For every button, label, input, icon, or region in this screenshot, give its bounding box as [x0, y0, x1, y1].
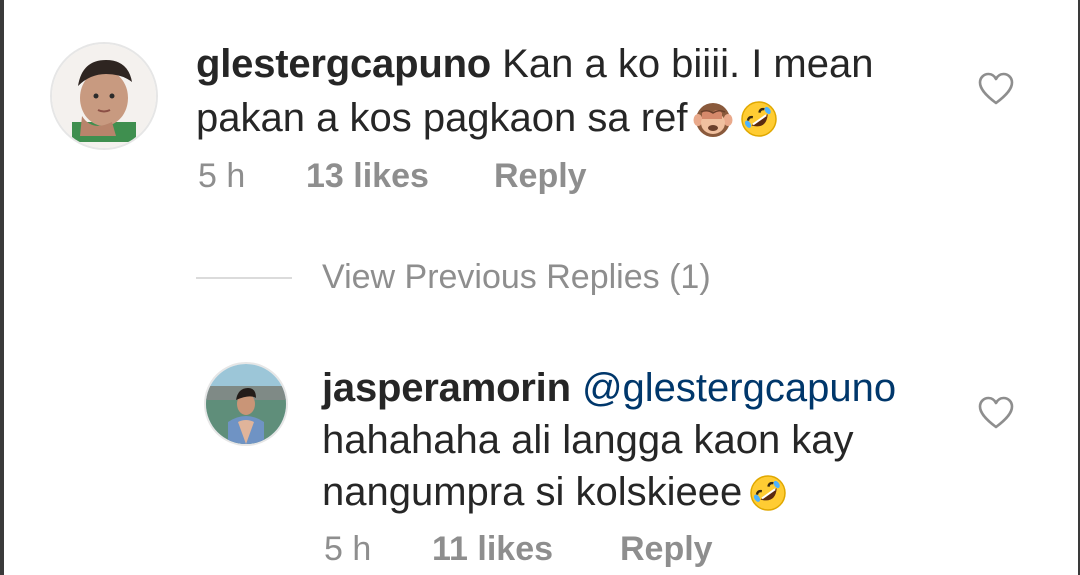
reply-time: 5 h	[324, 530, 372, 568]
avatar-photo	[206, 364, 286, 444]
divider-line	[196, 277, 292, 279]
reply-button[interactable]: Reply	[620, 530, 713, 569]
reply-button[interactable]: Reply	[494, 157, 587, 196]
heart-icon	[978, 72, 1014, 105]
avatar[interactable]	[206, 364, 286, 444]
reply-text-line2-wrap: hahahaha ali langga kaon kay	[322, 414, 854, 466]
avatar-photo	[52, 44, 156, 148]
reply-meta: 5 h 11 likes Reply	[0, 530, 800, 572]
comment-username[interactable]: glestergcapuno	[196, 42, 491, 86]
reply-text-line3-wrap: nangumpra si kolskieee	[322, 466, 788, 518]
like-reply-button[interactable]	[978, 396, 1014, 430]
reply-text-line2: hahahaha ali langga kaon kay	[322, 418, 854, 462]
view-previous-replies-label[interactable]: View Previous Replies (1)	[322, 258, 711, 297]
comment-text-line1: Kan a ko biiii. I mean	[502, 42, 874, 86]
comment-likes[interactable]: 13 likes	[306, 157, 429, 196]
avatar[interactable]	[52, 44, 156, 148]
comment-text-line2: pakan a kos pagkaon sa ref	[196, 96, 688, 140]
left-border	[0, 0, 4, 575]
comment-text: glestergcapuno Kan a ko biiii. I mean	[196, 38, 873, 90]
reply-text-line3: nangumpra si kolskieee	[322, 470, 743, 514]
see-no-evil-monkey-icon	[693, 99, 733, 139]
reply-mention[interactable]: @glestergcapuno	[582, 366, 896, 410]
heart-icon	[978, 396, 1014, 429]
comment-time: 5 h	[198, 157, 246, 195]
reply-username[interactable]: jasperamorin	[322, 366, 571, 410]
comment-meta: 5 h 13 likes Reply	[0, 157, 700, 199]
rolling-on-floor-laughing-icon	[748, 473, 788, 513]
comment-text-line2-wrap: pakan a kos pagkaon sa ref	[196, 92, 779, 144]
rolling-on-floor-laughing-icon	[739, 99, 779, 139]
like-comment-button[interactable]	[978, 72, 1014, 106]
reply-text-line1: jasperamorin @glestergcapuno	[322, 362, 896, 414]
reply-likes[interactable]: 11 likes	[432, 530, 553, 569]
